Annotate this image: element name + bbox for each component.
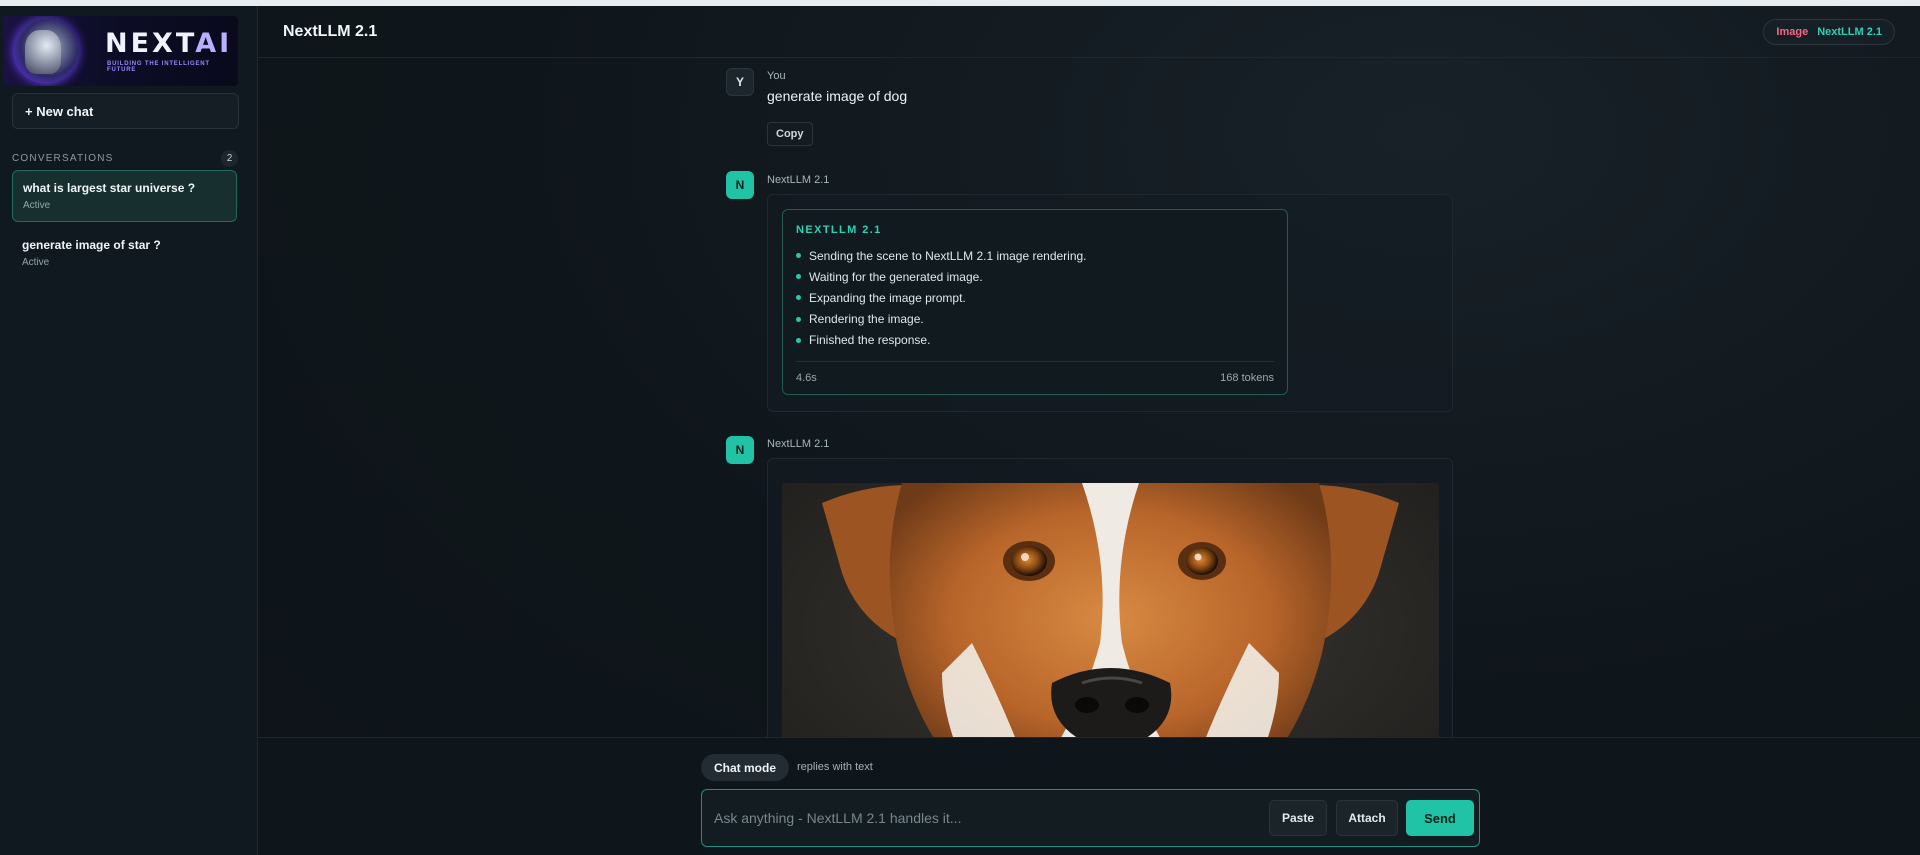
conversation-title: generate image of star ? — [22, 238, 161, 252]
sidebar: NEXTAI BUILDING THE INTELLIGENT FUTURE +… — [0, 6, 258, 855]
composer-area: Chat mode replies with text Paste Attach… — [258, 737, 1920, 855]
bot-avatar: N — [726, 171, 754, 199]
app-shell: NEXTAI BUILDING THE INTELLIGENT FUTURE +… — [0, 6, 1920, 855]
conversation-item-image-of-star[interactable]: generate image of star ? Active — [12, 228, 237, 280]
bot-avatar: N — [726, 436, 754, 464]
bot-name: NextLLM 2.1 — [767, 438, 830, 450]
conversation-status: Active — [23, 200, 51, 211]
send-button[interactable]: Send — [1406, 800, 1474, 836]
generation-status-card: NEXTLLM 2.1 Sending the scene to NextLLM… — [782, 209, 1288, 395]
status-step: Waiting for the generated image. — [796, 266, 1274, 287]
status-step: Rendering the image. — [796, 309, 1274, 330]
chat-main: NextLLM 2.1 Image NextLLM 2.1 Y You gene… — [258, 6, 1920, 855]
conversation-status: Active — [22, 257, 50, 268]
model-badge[interactable]: Image NextLLM 2.1 — [1763, 19, 1895, 45]
user-message: generate image of dog — [767, 88, 908, 104]
model-badge-name: NextLLM 2.1 — [1817, 26, 1882, 38]
robot-icon — [25, 30, 61, 74]
paste-button[interactable]: Paste — [1269, 800, 1327, 836]
copy-button[interactable]: Copy — [767, 122, 813, 146]
logo-tagline: BUILDING THE INTELLIGENT FUTURE — [107, 61, 210, 73]
logo-wordmark: NEXTAI — [105, 28, 233, 59]
conversation-title: what is largest star universe ? — [23, 181, 196, 195]
message-input[interactable] — [714, 790, 1254, 846]
chat-header: NextLLM 2.1 Image NextLLM 2.1 — [258, 6, 1920, 58]
status-card-heading: NEXTLLM 2.1 — [796, 224, 882, 236]
page-title: NextLLM 2.1 — [283, 22, 378, 40]
conversations-count-badge: 2 — [221, 150, 238, 167]
status-card-footer: 4.6s 168 tokens — [796, 361, 1274, 384]
generation-duration: 4.6s — [796, 372, 817, 384]
status-step: Sending the scene to NextLLM 2.1 image r… — [796, 245, 1274, 266]
status-step: Expanding the image prompt. — [796, 287, 1274, 308]
message-composer: Paste Attach Send — [701, 789, 1480, 847]
mode-badge-image: Image — [1776, 26, 1809, 38]
nextai-logo[interactable]: NEXTAI BUILDING THE INTELLIGENT FUTURE — [3, 16, 238, 86]
conversation-item-largest-star[interactable]: what is largest star universe ? Active — [12, 170, 237, 222]
bot-reply-container: NEXTLLM 2.1 Sending the scene to NextLLM… — [767, 194, 1453, 412]
conversations-label: CONVERSATIONS — [12, 153, 114, 164]
message-feed[interactable]: Y You generate image of dog Copy N NextL… — [258, 58, 1920, 737]
dog-image-illustration — [782, 483, 1439, 737]
user-name: You — [767, 70, 786, 82]
generated-dog-image[interactable] — [782, 483, 1439, 737]
user-avatar: Y — [726, 68, 754, 96]
chat-mode-hint: replies with text — [797, 761, 873, 773]
status-step: Finished the response. — [796, 330, 1274, 351]
token-count: 168 tokens — [1220, 372, 1274, 384]
status-steps-list: Sending the scene to NextLLM 2.1 image r… — [796, 245, 1274, 351]
chat-mode-toggle[interactable]: Chat mode — [701, 754, 790, 781]
attach-button[interactable]: Attach — [1336, 800, 1398, 836]
conversations-header: CONVERSATIONS 2 — [12, 150, 238, 167]
bot-image-reply-container — [767, 458, 1453, 737]
new-chat-button[interactable]: + New chat — [12, 93, 239, 129]
bot-name: NextLLM 2.1 — [767, 174, 830, 186]
